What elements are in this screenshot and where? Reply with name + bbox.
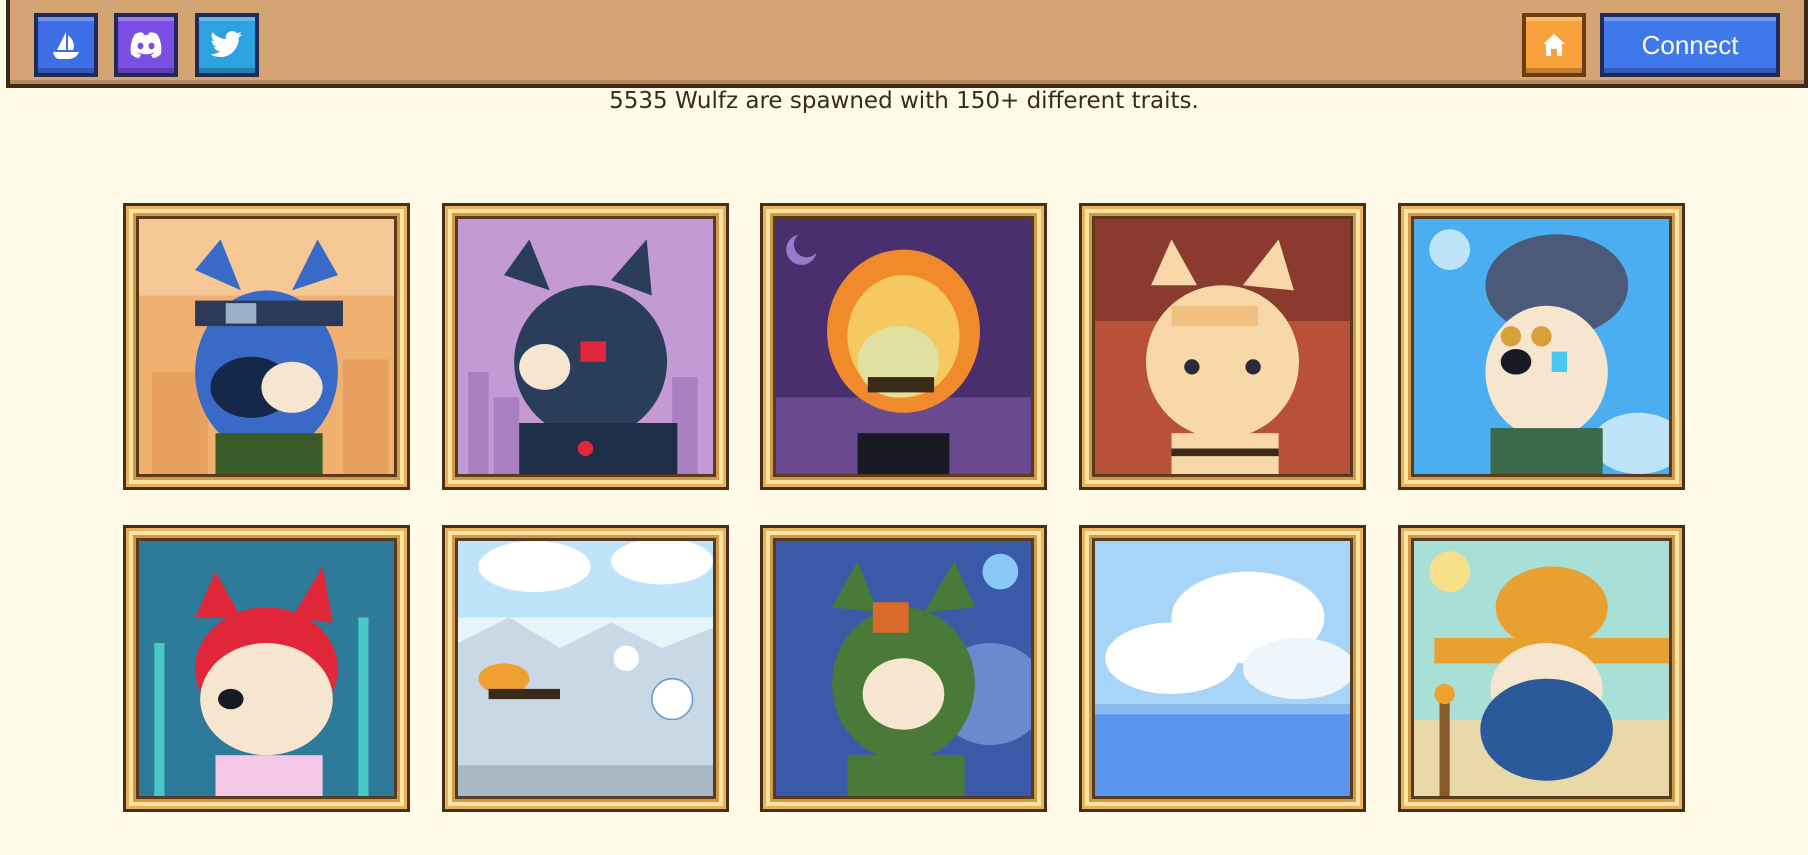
- nft-image: [1095, 219, 1350, 474]
- home-button[interactable]: [1522, 13, 1586, 77]
- nft-card[interactable]: [760, 525, 1047, 812]
- nft-card[interactable]: [442, 525, 729, 812]
- nft-card[interactable]: [1079, 203, 1366, 490]
- nft-card[interactable]: [442, 203, 729, 490]
- nft-image: [1414, 541, 1669, 796]
- nft-image: [1414, 219, 1669, 474]
- discord-icon: [128, 30, 164, 60]
- home-icon: [1541, 32, 1567, 58]
- nft-image: [458, 219, 713, 474]
- nft-card[interactable]: [123, 525, 410, 812]
- nft-image: [1095, 541, 1350, 796]
- nft-image: [139, 219, 394, 474]
- nft-image: [776, 219, 1031, 474]
- twitter-icon: [210, 30, 244, 60]
- twitter-button[interactable]: [195, 13, 259, 77]
- nft-card[interactable]: [1079, 525, 1366, 812]
- discord-button[interactable]: [114, 13, 178, 77]
- nft-image: [776, 541, 1031, 796]
- nft-card[interactable]: [123, 203, 410, 490]
- page-subtitle: 5535 Wulfz are spawned with 150+ differe…: [609, 88, 1199, 114]
- nft-image: [458, 541, 713, 796]
- nft-card[interactable]: [760, 203, 1047, 490]
- opensea-icon: [49, 28, 83, 62]
- opensea-button[interactable]: [34, 13, 98, 77]
- nft-card[interactable]: [1398, 203, 1685, 490]
- connect-button[interactable]: Connect: [1600, 13, 1780, 77]
- nft-card[interactable]: [1398, 525, 1685, 812]
- top-navbar: Connect: [6, 0, 1808, 88]
- nft-image: [139, 541, 394, 796]
